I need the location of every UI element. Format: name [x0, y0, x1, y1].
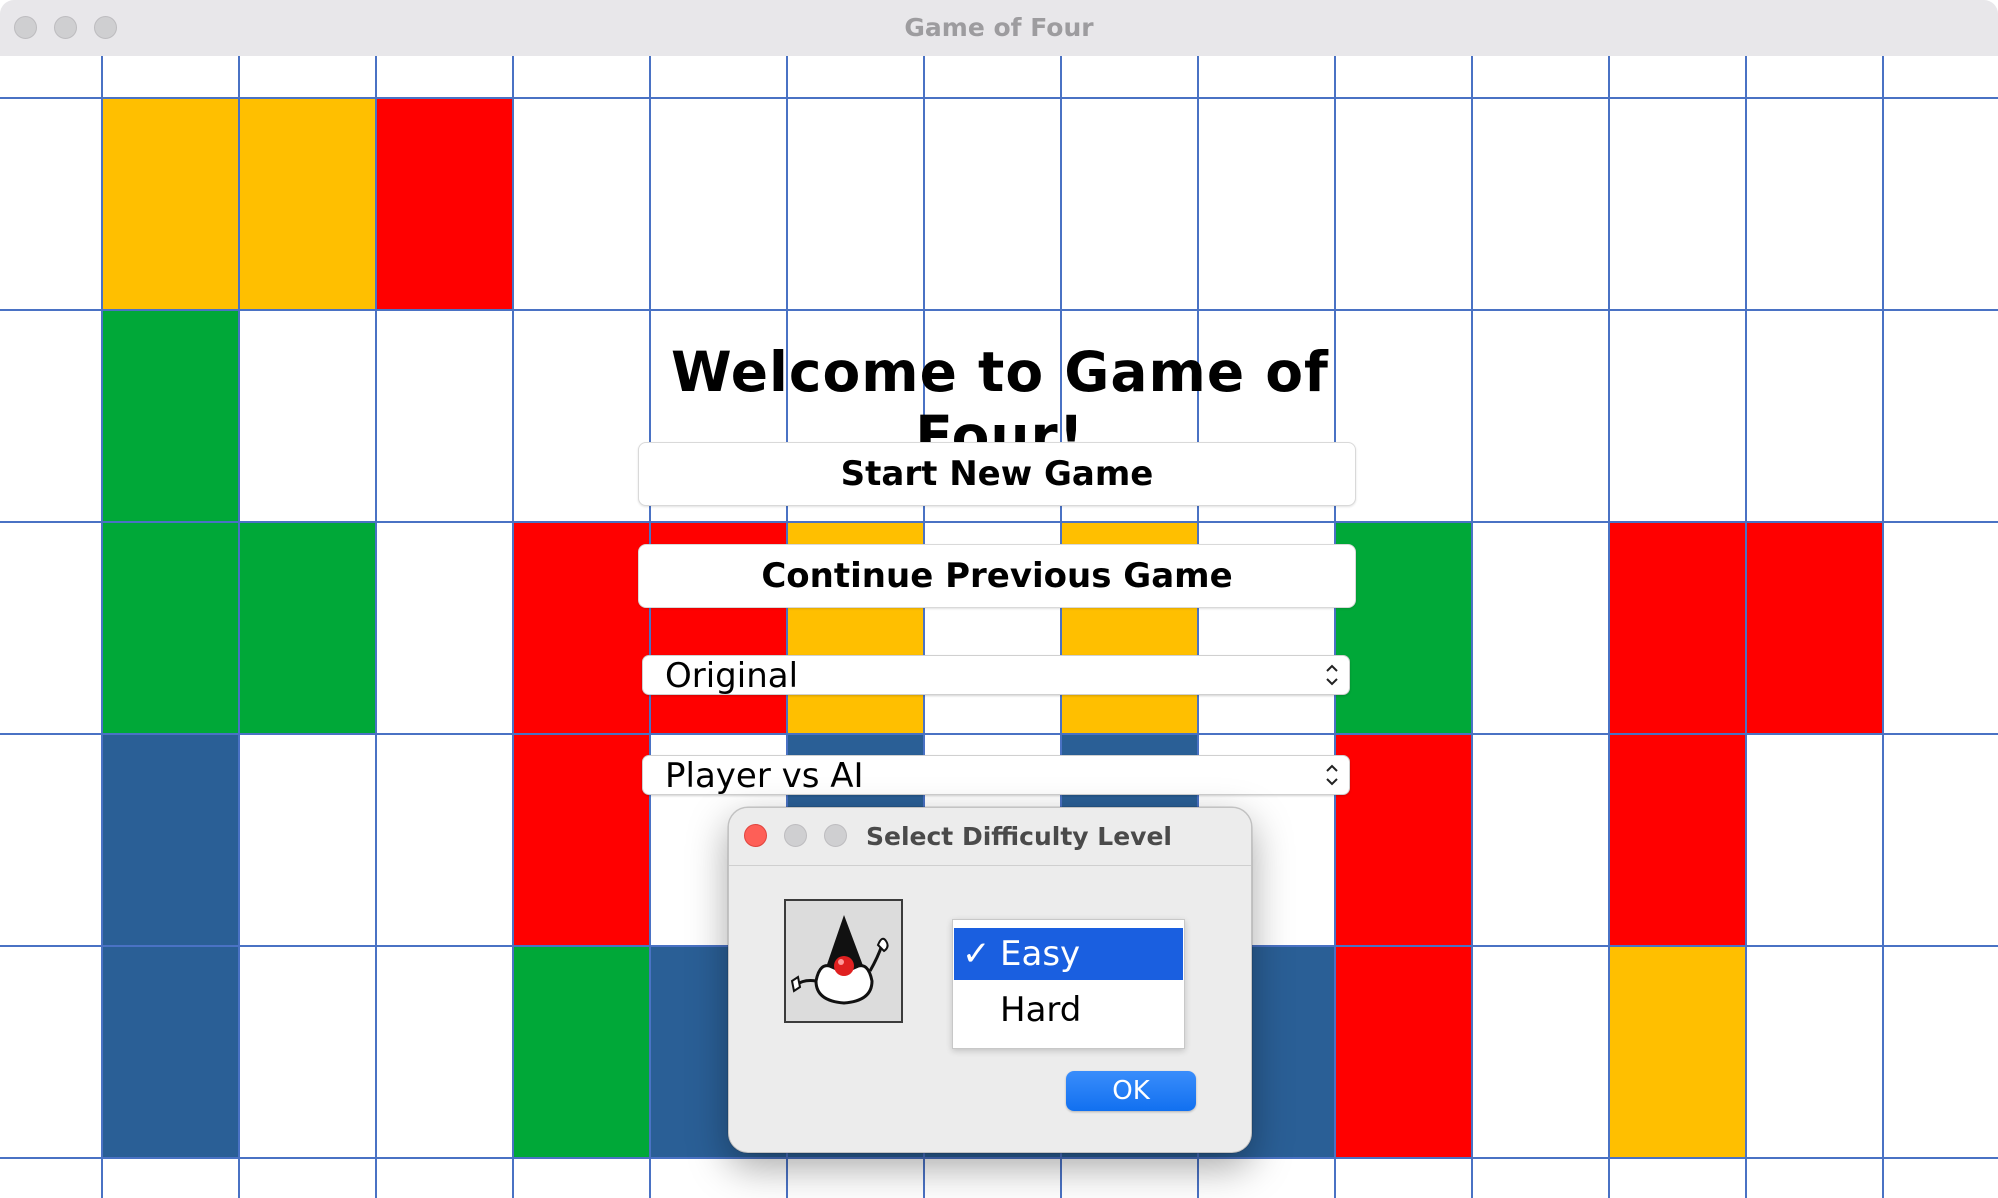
board-tile-yellow	[102, 98, 239, 310]
dialog-zoom-button[interactable]	[824, 824, 847, 847]
dialog-minimize-button[interactable]	[784, 824, 807, 847]
grid-line	[1608, 56, 1610, 1198]
game-variant-select[interactable]: Original	[642, 655, 1350, 696]
ok-button-label: OK	[1112, 1076, 1150, 1106]
board-tile-yellow	[239, 98, 376, 310]
dialog-titlebar: Select Difficulty Level	[729, 808, 1251, 866]
board-tile-red	[1335, 946, 1472, 1158]
start-new-game-label: Start New Game	[840, 454, 1154, 494]
dialog-close-button[interactable]	[744, 824, 767, 847]
continue-previous-game-button[interactable]: Continue Previous Game	[638, 544, 1356, 608]
chevron-updown-icon	[1326, 764, 1338, 786]
difficulty-option-easy[interactable]: ✓ Easy	[954, 928, 1183, 980]
board-tile-blue	[102, 734, 239, 946]
grid-line	[0, 1157, 1998, 1159]
grid-line	[1334, 56, 1336, 1198]
ok-button[interactable]: OK	[1066, 1071, 1196, 1111]
grid-line	[375, 56, 377, 1198]
board-tile-red	[1746, 522, 1883, 734]
game-mode-value: Player vs AI	[665, 756, 864, 796]
difficulty-dialog: Select Difficulty Level ✓ Easy Hard OK	[728, 807, 1252, 1153]
grid-line	[0, 521, 1998, 523]
board-tile-red	[376, 98, 513, 310]
difficulty-list[interactable]: ✓ Easy Hard	[952, 919, 1185, 1049]
board-tile-red	[1609, 734, 1746, 946]
board-tile-red	[1335, 734, 1472, 946]
checkmark-icon: ✓	[962, 934, 991, 974]
board-tile-green	[239, 522, 376, 734]
window-titlebar: Game of Four	[0, 0, 1998, 57]
grid-line	[1745, 56, 1747, 1198]
grid-line	[238, 56, 240, 1198]
board-tile-green	[102, 522, 239, 734]
board-tile-green	[102, 310, 239, 522]
start-new-game-button[interactable]: Start New Game	[638, 442, 1356, 506]
board-tile-red	[1609, 522, 1746, 734]
grid-line	[0, 733, 1998, 735]
game-mode-select[interactable]: Player vs AI	[642, 755, 1350, 796]
grid-line	[649, 56, 651, 1198]
grid-line	[1471, 56, 1473, 1198]
board-tile-blue	[102, 946, 239, 1158]
board-tile-green	[513, 946, 650, 1158]
dialog-title: Select Difficulty Level	[866, 822, 1173, 851]
board-tile-yellow	[1609, 946, 1746, 1158]
difficulty-option-label: Easy	[1000, 934, 1081, 974]
continue-previous-game-label: Continue Previous Game	[761, 556, 1233, 596]
chevron-updown-icon	[1326, 664, 1338, 686]
difficulty-option-label: Hard	[1000, 990, 1082, 1030]
java-duke-icon	[784, 899, 903, 1023]
game-variant-value: Original	[665, 656, 799, 696]
grid-line	[512, 56, 514, 1198]
board-tile-red	[513, 734, 650, 946]
board-tile-red	[513, 522, 650, 734]
grid-line	[101, 56, 103, 1198]
grid-line	[0, 309, 1998, 311]
grid-line	[1882, 56, 1884, 1198]
grid-line	[0, 97, 1998, 99]
difficulty-option-hard[interactable]: Hard	[954, 984, 1183, 1036]
window-title: Game of Four	[904, 13, 1094, 42]
